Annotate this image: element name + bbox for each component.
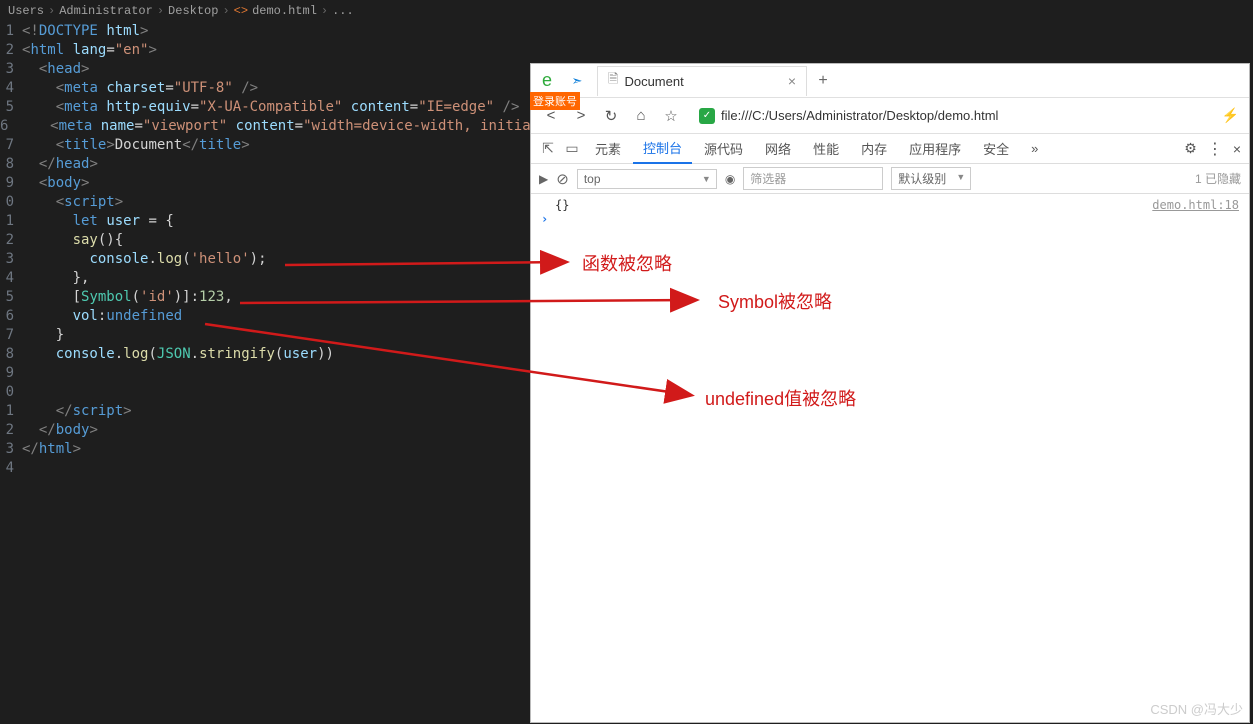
play-icon[interactable]: ▶ xyxy=(539,172,548,186)
breadcrumb-seg[interactable]: Administrator xyxy=(59,4,153,18)
breadcrumb[interactable]: Users › Administrator › Desktop › <> dem… xyxy=(0,0,530,22)
tab-network[interactable]: 网络 xyxy=(755,134,801,164)
tab-security[interactable]: 安全 xyxy=(973,134,1019,164)
chevron-right-icon: › xyxy=(157,4,164,18)
console-src-link[interactable]: demo.html:18 xyxy=(1152,198,1239,212)
code-area[interactable]: 1<!DOCTYPE html> 2<html lang="en"> 3 <he… xyxy=(0,22,530,478)
level-select[interactable]: 默认级别 xyxy=(891,167,971,190)
hidden-count: 1 已隐藏 xyxy=(1195,170,1241,187)
url-field[interactable]: ✓ file:///C:/Users/Administrator/Desktop… xyxy=(691,106,1212,126)
tabs-overflow-icon[interactable]: » xyxy=(1025,141,1044,156)
shield-icon: ✓ xyxy=(699,108,715,124)
devtools-tabs: ⇱ ▭ 元素 控制台 源代码 网络 性能 内存 应用程序 安全 » ⚙ ⋮ × xyxy=(531,134,1249,164)
console-prompt-icon[interactable]: › xyxy=(541,212,548,226)
new-tab-button[interactable]: + xyxy=(807,72,839,90)
console-output[interactable]: {} demo.html:18 › xyxy=(531,194,1249,230)
tab-title: Document xyxy=(624,74,683,89)
home-icon[interactable]: ⌂ xyxy=(631,107,651,124)
tab-performance[interactable]: 性能 xyxy=(803,134,849,164)
bolt-icon[interactable]: ⚡ xyxy=(1222,107,1239,124)
more-icon[interactable]: ⋮ xyxy=(1207,139,1223,159)
tab-application[interactable]: 应用程序 xyxy=(899,134,971,164)
compass-icon[interactable]: ➣ xyxy=(563,73,591,89)
console-toolbar: ▶ ⊘ top ◉ 筛选器 默认级别 1 已隐藏 xyxy=(531,164,1249,194)
breadcrumb-more[interactable]: ... xyxy=(332,4,354,18)
close-tab-icon[interactable]: × xyxy=(788,73,796,89)
star-icon[interactable]: ☆ xyxy=(661,107,681,125)
tab-elements[interactable]: 元素 xyxy=(585,134,631,164)
browser-window: 登录账号 e ➣ 🗎 Document × + < > ↻ ⌂ ☆ ✓ file… xyxy=(530,63,1250,723)
annotation-text: 函数被忽略 xyxy=(582,250,672,276)
titlebar: e ➣ 🗎 Document × + xyxy=(531,64,1249,98)
inspect-icon[interactable]: ⇱ xyxy=(537,140,559,157)
breadcrumb-seg[interactable]: Desktop xyxy=(168,4,218,18)
chevron-right-icon: › xyxy=(222,4,229,18)
url-text: file:///C:/Users/Administrator/Desktop/d… xyxy=(721,108,998,123)
browser-app-icon[interactable]: e xyxy=(531,70,563,91)
html-file-icon: <> xyxy=(234,4,248,18)
watermark: CSDN @冯大少 xyxy=(1150,699,1243,718)
close-devtools-icon[interactable]: × xyxy=(1233,141,1241,157)
settings-icon[interactable]: ⚙ xyxy=(1184,140,1197,157)
tab-console[interactable]: 控制台 xyxy=(633,134,692,164)
tab-memory[interactable]: 内存 xyxy=(851,134,897,164)
reload-icon[interactable]: ↻ xyxy=(601,107,621,125)
breadcrumb-seg[interactable]: Users xyxy=(8,4,44,18)
document-icon: 🗎 xyxy=(608,70,618,92)
eye-icon[interactable]: ◉ xyxy=(725,172,735,186)
editor-pane: Users › Administrator › Desktop › <> dem… xyxy=(0,0,530,724)
address-bar: < > ↻ ⌂ ☆ ✓ file:///C:/Users/Administrat… xyxy=(531,98,1249,134)
annotation-text: undefined值被忽略 xyxy=(705,385,856,411)
tab-sources[interactable]: 源代码 xyxy=(694,134,753,164)
device-icon[interactable]: ▭ xyxy=(561,140,583,157)
console-log-value: {} xyxy=(555,198,569,212)
clear-icon[interactable]: ⊘ xyxy=(556,170,569,188)
context-select[interactable]: top xyxy=(577,169,717,189)
annotation-text: Symbol被忽略 xyxy=(718,288,832,314)
breadcrumb-file[interactable]: demo.html xyxy=(252,4,317,18)
browser-tab[interactable]: 🗎 Document × xyxy=(597,66,807,96)
login-badge[interactable]: 登录账号 xyxy=(530,92,580,110)
devtools: ⇱ ▭ 元素 控制台 源代码 网络 性能 内存 应用程序 安全 » ⚙ ⋮ × … xyxy=(531,134,1249,230)
chevron-right-icon: › xyxy=(321,4,328,18)
filter-input[interactable]: 筛选器 xyxy=(743,167,883,190)
chevron-right-icon: › xyxy=(48,4,55,18)
